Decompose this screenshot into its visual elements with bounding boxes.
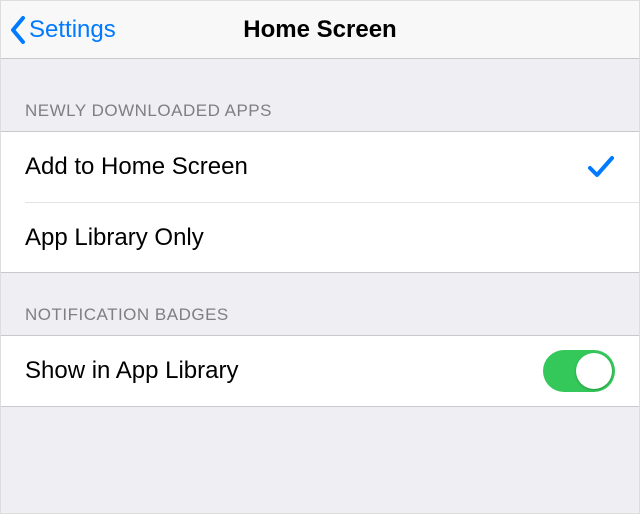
row-show-in-app-library[interactable]: Show in App Library (1, 336, 639, 406)
spacer (1, 407, 639, 431)
section-header-notification-badges: NOTIFICATION BADGES (1, 273, 639, 335)
checkmark-icon (587, 154, 615, 180)
content: NEWLY DOWNLOADED APPS Add to Home Screen… (1, 59, 639, 431)
group-newly-downloaded: Add to Home Screen App Library Only (1, 131, 639, 273)
option-app-library-only[interactable]: App Library Only (25, 202, 639, 272)
toggle-knob (576, 353, 612, 389)
row-label: Show in App Library (25, 357, 238, 385)
section-header-newly-downloaded: NEWLY DOWNLOADED APPS (1, 59, 639, 131)
chevron-left-icon (9, 15, 27, 45)
option-add-to-home-screen[interactable]: Add to Home Screen (1, 132, 639, 202)
option-label: Add to Home Screen (25, 153, 248, 181)
toggle-show-in-app-library[interactable] (543, 350, 615, 392)
group-notification-badges: Show in App Library (1, 335, 639, 407)
back-label: Settings (29, 16, 116, 44)
back-button[interactable]: Settings (9, 15, 116, 45)
option-label: App Library Only (25, 224, 204, 252)
navbar: Settings Home Screen (1, 1, 639, 59)
